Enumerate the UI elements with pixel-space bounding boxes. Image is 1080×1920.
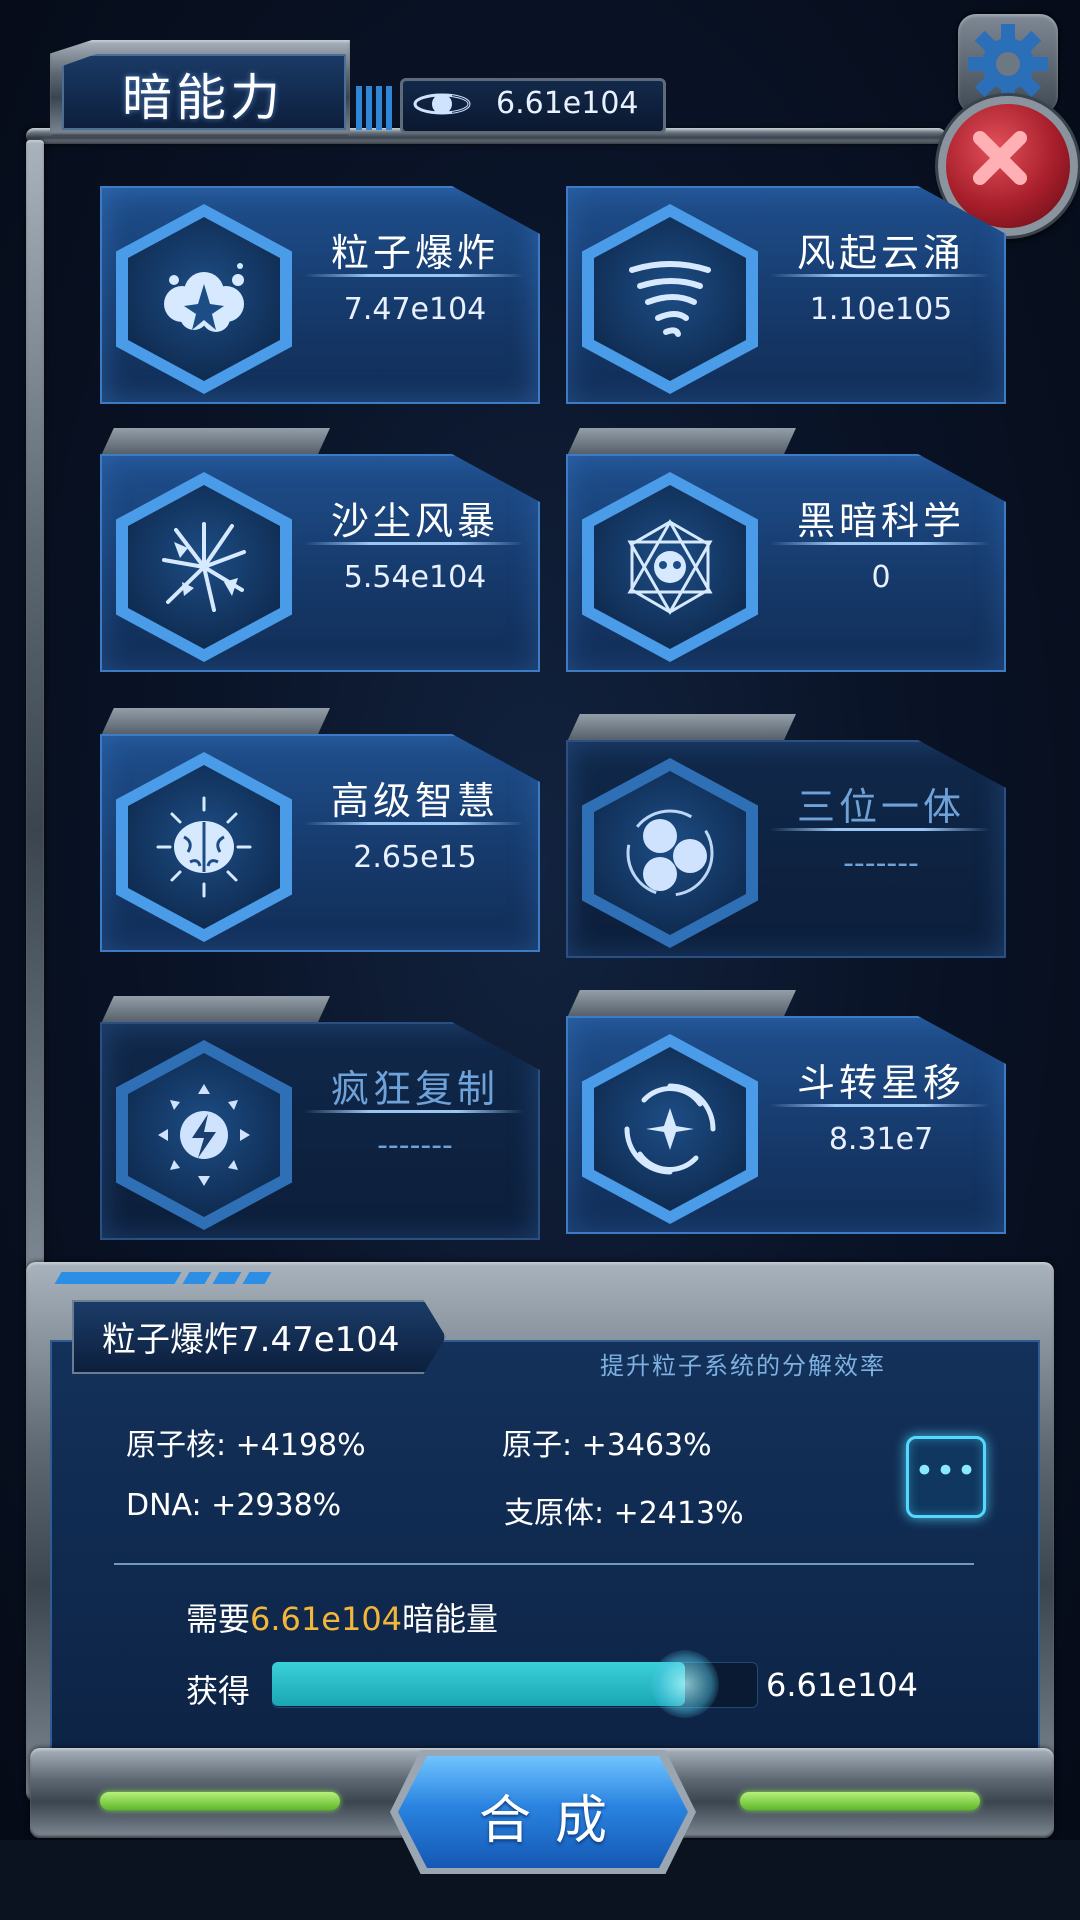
skill-divider: [304, 822, 524, 825]
card-tab: [566, 990, 796, 1020]
right-energy-bar: [740, 1792, 980, 1810]
lightning-replicate-icon: [158, 1084, 250, 1186]
stat-atom: 原子: +3463%: [502, 1428, 712, 1463]
get-label: 获得: [186, 1672, 251, 1710]
skill-card-dark-science[interactable]: 黑暗科学 0: [566, 428, 1006, 672]
skill-name: 斗转星移: [796, 1061, 965, 1105]
detail-description: 提升粒子系统的分解效率: [600, 1352, 886, 1380]
skill-name: 粒子爆炸: [330, 231, 499, 275]
synthesize-label[interactable]: 合成: [398, 1778, 688, 1853]
skill-divider: [304, 542, 524, 545]
skill-card-sandstorm[interactable]: 沙尘风暴 5.54e104: [100, 428, 540, 672]
card-tab: [100, 996, 330, 1026]
skill-card-star-shift[interactable]: 斗转星移 8.31e7: [566, 990, 1006, 1234]
skill-card-tornado[interactable]: 风起云涌 1.10e105: [566, 160, 1006, 404]
stat-mycoplasma: 支原体: +2413%: [504, 1496, 744, 1531]
get-value: 6.61e104: [766, 1666, 919, 1704]
star-vortex-icon: [624, 1083, 716, 1175]
skill-divider: [770, 274, 990, 277]
skill-divider: [304, 274, 524, 277]
left-energy-bar: [100, 1792, 340, 1810]
skill-card-trinity[interactable]: 三位一体 -------: [566, 714, 1006, 958]
skill-name: 疯狂复制: [330, 1067, 499, 1111]
stat-dna: DNA: +2938%: [126, 1488, 342, 1523]
tornado-icon: [629, 261, 711, 337]
stat-nucleus: 原子核: +4198%: [126, 1428, 366, 1463]
left-rail: [26, 140, 44, 1290]
skill-name: 高级智慧: [330, 779, 499, 823]
detail-divider: [114, 1563, 974, 1565]
skill-divider: [770, 828, 990, 831]
skill-name: 三位一体: [796, 785, 965, 829]
skill-name: 风起云涌: [796, 231, 965, 275]
skill-divider: [770, 542, 990, 545]
amount-slider-knob[interactable]: [651, 1650, 720, 1718]
skill-value: 1.10e105: [809, 292, 953, 327]
card-tab: [100, 428, 330, 458]
skill-card-crazy-replication[interactable]: 疯狂复制 -------: [100, 996, 540, 1240]
cost-prefix: 需要: [186, 1600, 251, 1638]
skill-value: -------: [843, 846, 919, 881]
skill-card-advanced-wisdom[interactable]: 高级智慧 2.65e15: [100, 708, 540, 952]
hexagram-icon: [627, 518, 713, 616]
skill-name: 黑暗科学: [796, 499, 965, 543]
title-stripes: [356, 86, 396, 130]
particle-explosion-icon: [164, 263, 244, 332]
cost-value: 6.61e104: [250, 1600, 403, 1638]
card-tab: [566, 428, 796, 458]
skill-value: 8.31e7: [828, 1122, 934, 1157]
skill-value: 0: [871, 560, 891, 595]
card-tab: [566, 714, 796, 744]
skill-value: 2.65e15: [353, 840, 477, 875]
more-dots-icon: •••: [914, 1451, 978, 1491]
skill-divider: [770, 1104, 990, 1107]
skill-card-particle-explosion[interactable]: 粒子爆炸 7.47e104: [100, 160, 540, 404]
brain-icon: [156, 796, 252, 898]
more-button[interactable]: •••: [906, 1436, 986, 1518]
page-title: 暗能力: [122, 69, 284, 127]
planet-icon: [413, 93, 471, 115]
detail-lights: [54, 1272, 298, 1284]
card-tab: [100, 708, 330, 738]
skill-divider: [304, 1110, 524, 1113]
cost-suffix: 暗能量: [402, 1600, 499, 1638]
trinity-icon: [626, 809, 714, 897]
skill-name: 沙尘风暴: [330, 499, 499, 543]
sandstorm-icon: [162, 522, 246, 612]
energy-value: 6.61e104: [496, 86, 639, 121]
cost-row: 需要6.61e104暗能量: [186, 1594, 498, 1640]
detail-title: 粒子爆炸7.47e104: [102, 1320, 400, 1360]
skill-value: 7.47e104: [343, 292, 487, 327]
skill-value: 5.54e104: [343, 560, 487, 595]
skill-value: -------: [377, 1128, 453, 1163]
amount-slider-fill: [272, 1662, 686, 1706]
